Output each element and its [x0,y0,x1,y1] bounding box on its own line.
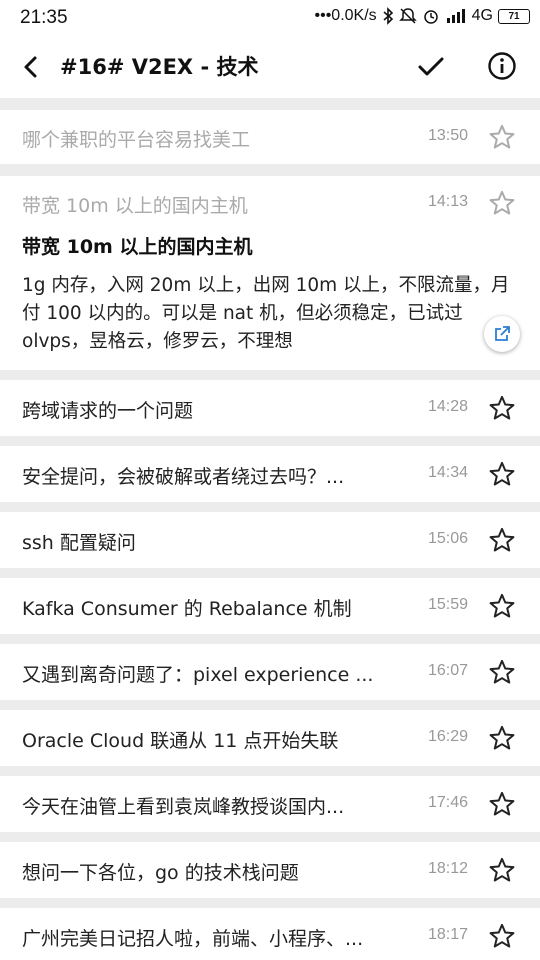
topic-title: 想问一下各位，go 的技术栈问题 [22,862,299,884]
topic-row[interactable]: 哪个兼职的平台容易找美工 13:50 [0,110,540,164]
topic-title: 跨域请求的一个问题 [22,400,194,422]
topic-title: ssh 配置疑问 [22,532,136,554]
status-time: 21:35 [20,7,68,28]
topic-title: 广州完美日记招人啦，前端、小程序、... [22,928,364,950]
info-icon [488,52,516,80]
topic-time: 17:46 [428,794,469,811]
star-icon [489,659,515,684]
mute-icon [398,8,417,24]
star-button[interactable] [486,656,518,688]
star-button[interactable] [486,121,518,153]
star-icon [489,791,515,816]
topic-title: 带宽 10m 以上的国内主机 [22,195,248,217]
star-icon [489,395,515,420]
status-bar: 21:35 •••0.0K/s 4G 71 [0,0,540,36]
network-speed: •••0.0K/s [314,7,377,24]
star-button[interactable] [486,590,518,622]
back-button[interactable] [14,50,48,84]
open-external-icon [495,326,510,341]
star-button[interactable] [486,187,518,219]
topic-time: 14:13 [428,193,469,210]
topic-time: 16:07 [428,662,469,679]
back-arrow-icon [24,56,37,78]
star-icon [489,857,515,882]
topic-time: 15:59 [428,596,469,613]
star-button[interactable] [486,788,518,820]
topic-row[interactable]: 广州完美日记招人啦，前端、小程序、... 18:17 [0,908,540,960]
check-icon [418,57,444,76]
mark-all-read-button[interactable] [413,49,449,85]
topic-row-expanded[interactable]: 带宽 10m 以上的国内主机 14:13 带宽 10m 以上的国内主机 1g 内… [0,176,540,370]
status-icons: •••0.0K/s 4G 71 [314,7,530,25]
topic-detail-body: 1g 内存，入网 20m 以上，出网 10m 以上，不限流量，月付 100 以内… [22,275,510,352]
topic-time: 14:28 [428,398,469,415]
topic-row[interactable]: Oracle Cloud 联通从 11 点开始失联 16:29 [0,710,540,766]
star-icon [489,190,515,215]
bluetooth-icon [383,7,393,25]
star-icon [489,593,515,618]
topic-row[interactable]: 又遇到离奇问题了：pixel experience ... 16:07 [0,644,540,700]
info-button[interactable] [484,48,520,84]
star-icon [489,124,515,149]
topic-row[interactable]: Kafka Consumer 的 Rebalance 机制 15:59 [0,578,540,634]
star-icon [489,527,515,552]
topic-row[interactable]: 今天在油管上看到袁岚峰教授谈国内... 17:46 [0,776,540,832]
topic-title: 安全提问，会被破解或者绕过去吗？... [22,466,345,488]
open-external-button[interactable] [484,316,520,352]
star-button[interactable] [486,524,518,556]
star-icon [489,923,515,948]
star-icon [489,725,515,750]
star-button[interactable] [486,722,518,754]
topic-time: 15:06 [428,530,469,547]
topic-row[interactable]: 想问一下各位，go 的技术栈问题 18:12 [0,842,540,898]
topic-detail-title: 带宽 10m 以上的国内主机 [22,236,253,258]
star-button[interactable] [486,854,518,886]
topic-row[interactable]: 安全提问，会被破解或者绕过去吗？... 14:34 [0,446,540,502]
topic-time: 18:17 [428,926,469,943]
topic-title: Oracle Cloud 联通从 11 点开始失联 [22,730,339,752]
topic-row[interactable]: ssh 配置疑问 15:06 [0,512,540,568]
hd-signal-icon [446,9,465,23]
topic-title: Kafka Consumer 的 Rebalance 机制 [22,598,352,620]
page-title: #16# V2EX - 技术 [60,55,259,79]
star-button[interactable] [486,392,518,424]
battery-icon: 71 [498,8,530,24]
topic-time: 14:34 [428,464,469,481]
topic-title: 又遇到离奇问题了：pixel experience ... [22,664,374,686]
star-button[interactable] [486,920,518,952]
topic-time: 16:29 [428,728,469,745]
topic-title: 今天在油管上看到袁岚峰教授谈国内... [22,796,345,818]
network-type: 4G [471,7,493,24]
battery-level: 71 [508,10,520,22]
app-bar: #16# V2EX - 技术 [0,36,540,98]
topic-time: 18:12 [428,860,469,877]
star-button[interactable] [486,458,518,490]
alarm-icon [423,10,438,24]
topic-title: 哪个兼职的平台容易找美工 [22,129,251,151]
topic-row[interactable]: 跨域请求的一个问题 14:28 [0,380,540,436]
star-icon [489,461,515,486]
topic-time: 13:50 [428,127,469,144]
